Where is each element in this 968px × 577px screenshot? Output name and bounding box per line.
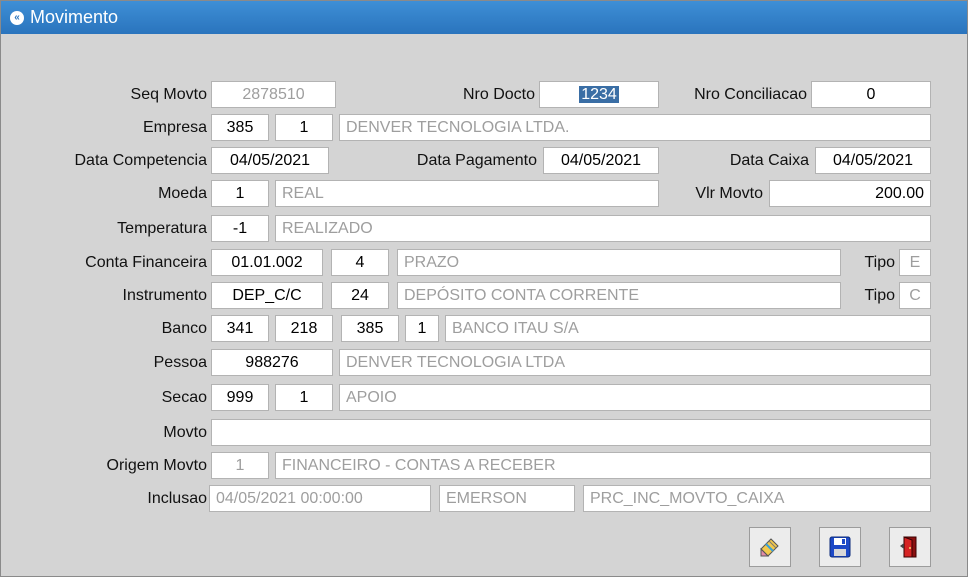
nro-docto-selected-text: 1234 bbox=[579, 86, 619, 103]
banco-conta-field[interactable]: 385 bbox=[341, 315, 399, 342]
inclusao-datetime-field[interactable]: 04/05/2021 00:00:00 bbox=[209, 485, 431, 512]
exit-button[interactable] bbox=[889, 527, 931, 567]
temperatura-desc-field[interactable]: REALIZADO bbox=[275, 215, 931, 242]
secao-desc-field[interactable]: APOIO bbox=[339, 384, 931, 411]
secao-code-field[interactable]: 999 bbox=[211, 384, 269, 411]
nro-docto-label: Nro Docto bbox=[462, 86, 535, 103]
instrumento-sub-field[interactable]: 24 bbox=[331, 282, 389, 309]
instrumento-desc-field[interactable]: DEPÓSITO CONTA CORRENTE bbox=[397, 282, 841, 309]
save-button[interactable] bbox=[819, 527, 861, 567]
origem-movto-label: Origem Movto bbox=[106, 457, 207, 474]
nro-conciliacao-label: Nro Conciliacao bbox=[694, 86, 807, 103]
pessoa-code-field[interactable]: 988276 bbox=[211, 349, 333, 376]
banco-agencia-field[interactable]: 218 bbox=[275, 315, 333, 342]
temperatura-code-field[interactable]: -1 bbox=[211, 215, 269, 242]
movto-field[interactable] bbox=[211, 419, 931, 446]
data-pagamento-field[interactable]: 04/05/2021 bbox=[543, 147, 659, 174]
banco-desc-field[interactable]: BANCO ITAU S/A bbox=[445, 315, 931, 342]
movto-label: Movto bbox=[163, 424, 207, 441]
banco-code-field[interactable]: 341 bbox=[211, 315, 269, 342]
pessoa-label: Pessoa bbox=[153, 354, 207, 371]
inclusao-label: Inclusao bbox=[147, 490, 207, 507]
seq-movto-label: Seq Movto bbox=[130, 86, 207, 103]
window-menu-icon[interactable]: « bbox=[10, 10, 24, 25]
inclusao-user-field[interactable]: EMERSON bbox=[439, 485, 575, 512]
exit-door-icon bbox=[900, 536, 917, 558]
inclusao-proc-field[interactable]: PRC_INC_MOVTO_CAIXA bbox=[583, 485, 931, 512]
instrumento-label: Instrumento bbox=[122, 287, 207, 304]
instrumento-tipo-label: Tipo bbox=[864, 287, 895, 304]
empresa-label: Empresa bbox=[142, 119, 207, 136]
pessoa-desc-field[interactable]: DENVER TECNOLOGIA LTDA bbox=[339, 349, 931, 376]
pencil-eraser-icon bbox=[760, 538, 779, 557]
conta-financeira-code-field[interactable]: 01.01.002 bbox=[211, 249, 323, 276]
instrumento-tipo-field[interactable]: C bbox=[899, 282, 931, 309]
moeda-desc-field[interactable]: REAL bbox=[275, 180, 659, 207]
window-title: Movimento bbox=[30, 7, 119, 27]
secao-sub-field[interactable]: 1 bbox=[275, 384, 333, 411]
conta-financeira-tipo-label: Tipo bbox=[864, 254, 895, 271]
title-bar: « Movimento bbox=[1, 1, 967, 34]
data-caixa-label: Data Caixa bbox=[729, 152, 809, 169]
form-panel: Seq Movto 2878510 Nro Docto 1234 Nro Con… bbox=[7, 39, 963, 575]
instrumento-code-field[interactable]: DEP_C/C bbox=[211, 282, 323, 309]
origem-movto-code-field[interactable]: 1 bbox=[211, 452, 269, 479]
seq-movto-field[interactable]: 2878510 bbox=[211, 81, 336, 108]
empresa-sub-field[interactable]: 1 bbox=[275, 114, 333, 141]
data-pagamento-label: Data Pagamento bbox=[416, 152, 537, 169]
vlr-movto-field[interactable]: 200.00 bbox=[769, 180, 931, 207]
secao-label: Secao bbox=[161, 389, 207, 406]
conta-financeira-tipo-field[interactable]: E bbox=[899, 249, 931, 276]
movimento-window: « Movimento Seq Movto 2878510 Nro Docto … bbox=[0, 0, 968, 577]
data-competencia-label: Data Competencia bbox=[74, 152, 207, 169]
conta-financeira-desc-field[interactable]: PRAZO bbox=[397, 249, 841, 276]
vlr-movto-label: Vlr Movto bbox=[695, 185, 763, 202]
temperatura-label: Temperatura bbox=[117, 220, 207, 237]
conta-financeira-sub-field[interactable]: 4 bbox=[331, 249, 389, 276]
empresa-code-field[interactable]: 385 bbox=[211, 114, 269, 141]
floppy-disk-icon bbox=[829, 536, 851, 558]
moeda-label: Moeda bbox=[158, 185, 207, 202]
nro-docto-field[interactable]: 1234 bbox=[539, 81, 659, 108]
moeda-code-field[interactable]: 1 bbox=[211, 180, 269, 207]
data-competencia-field[interactable]: 04/05/2021 bbox=[211, 147, 329, 174]
banco-label: Banco bbox=[161, 320, 207, 337]
empresa-desc-field[interactable]: DENVER TECNOLOGIA LTDA. bbox=[339, 114, 931, 141]
edit-button[interactable] bbox=[749, 527, 791, 567]
data-caixa-field[interactable]: 04/05/2021 bbox=[815, 147, 931, 174]
conta-financeira-label: Conta Financeira bbox=[85, 254, 207, 271]
nro-conciliacao-field[interactable]: 0 bbox=[811, 81, 931, 108]
banco-sub-field[interactable]: 1 bbox=[405, 315, 439, 342]
origem-movto-desc-field[interactable]: FINANCEIRO - CONTAS A RECEBER bbox=[275, 452, 931, 479]
